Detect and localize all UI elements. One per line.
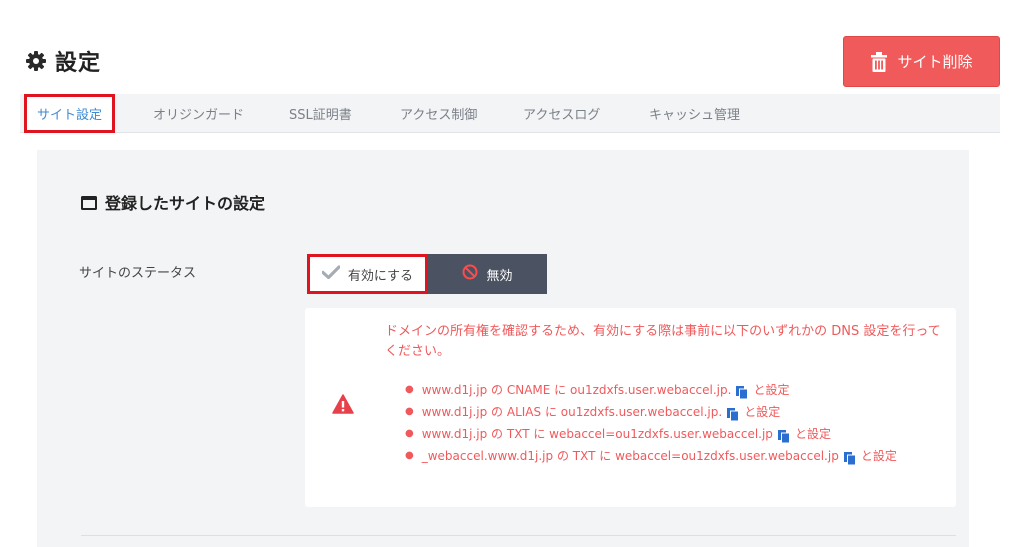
section-heading-text: 登録したサイトの設定 <box>105 194 266 213</box>
site-status-label: サイトのステータス <box>79 266 197 281</box>
tab-origin-guard[interactable]: オリジンガード <box>153 94 244 133</box>
window-icon <box>81 195 97 210</box>
copy-icon[interactable] <box>777 428 790 443</box>
copy-icon[interactable] <box>736 384 749 399</box>
dns-option-text: www.d1j.jp の ALIAS に ou1zdxfs.user.webac… <box>421 405 723 419</box>
disable-button[interactable]: 無効 <box>428 254 547 294</box>
prohibited-icon <box>462 264 478 284</box>
delete-site-button[interactable]: サイト削除 <box>843 36 1000 87</box>
tab-site-settings[interactable]: サイト設定 <box>24 94 116 133</box>
divider <box>81 535 956 536</box>
tab-ssl-certificate[interactable]: SSL証明書 <box>289 94 352 133</box>
trash-icon <box>870 51 888 72</box>
list-item: ● www.d1j.jp の ALIAS に ou1zdxfs.user.web… <box>405 401 897 423</box>
copy-icon[interactable] <box>843 450 856 465</box>
page-title-text: 設定 <box>55 51 102 76</box>
gear-icon <box>25 50 47 72</box>
section-heading: 登録したサイトの設定 <box>81 190 265 214</box>
disable-label: 無効 <box>486 268 513 284</box>
page-title: 設定 <box>25 44 101 78</box>
tab-access-log[interactable]: アクセスログ <box>523 94 600 133</box>
tab-access-control[interactable]: アクセス制御 <box>400 94 477 133</box>
dns-option-suffix: と設定 <box>753 383 790 397</box>
warning-triangle-icon <box>332 394 354 414</box>
dns-option-text: _webaccel.www.d1j.jp の TXT に webaccel=ou… <box>421 449 839 463</box>
dns-option-text: www.d1j.jp の CNAME に ou1zdxfs.user.webac… <box>421 383 732 397</box>
dns-warning-box: ドメインの所有権を確認するため、有効にする際は事前に以下のいずれかの DNS 設… <box>305 308 956 507</box>
tab-bar: サイト設定 オリジンガード SSL証明書 アクセス制御 アクセスログ キャッシュ… <box>20 94 1000 133</box>
enable-label: 有効にする <box>347 268 414 284</box>
site-settings-panel: 登録したサイトの設定 サイトのステータス 有効にする 無効 ドメインの所有権を確… <box>37 150 969 547</box>
list-item: ● _webaccel.www.d1j.jp の TXT に webaccel=… <box>405 445 897 467</box>
copy-icon[interactable] <box>727 406 740 421</box>
dns-options-list: ● www.d1j.jp の CNAME に ou1zdxfs.user.web… <box>405 379 897 467</box>
dns-option-suffix: と設定 <box>744 405 781 419</box>
site-status-toggle: 有効にする 無効 <box>307 254 547 294</box>
delete-site-label: サイト削除 <box>897 53 973 71</box>
enable-button[interactable]: 有効にする <box>307 254 428 294</box>
check-icon <box>321 265 341 283</box>
dns-option-suffix: と設定 <box>794 427 831 441</box>
tab-cache-management[interactable]: キャッシュ管理 <box>649 94 740 133</box>
list-item: ● www.d1j.jp の TXT に webaccel=ou1zdxfs.u… <box>405 423 897 445</box>
dns-option-text: www.d1j.jp の TXT に webaccel=ou1zdxfs.use… <box>421 427 773 441</box>
list-item: ● www.d1j.jp の CNAME に ou1zdxfs.user.web… <box>405 379 897 401</box>
warning-message: ドメインの所有権を確認するため、有効にする際は事前に以下のいずれかの DNS 設… <box>385 324 941 359</box>
dns-option-suffix: と設定 <box>860 449 897 463</box>
